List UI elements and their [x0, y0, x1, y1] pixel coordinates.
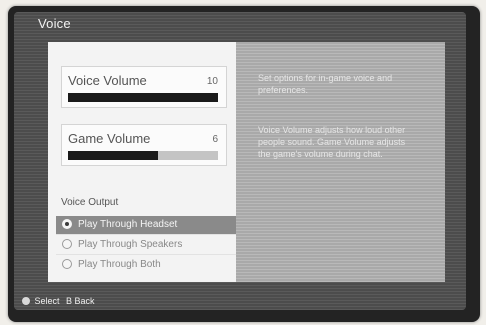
game-volume-track[interactable]	[68, 151, 218, 160]
voice-volume-value: 10	[206, 76, 218, 87]
help-text-volume: Voice Volume adjusts how loud other peop…	[258, 125, 406, 159]
voice-volume-slider[interactable]: Voice Volume 10	[61, 66, 227, 108]
option-play-through-headset[interactable]: Play Through Headset	[56, 216, 236, 234]
option-play-through-speakers[interactable]: Play Through Speakers	[56, 236, 236, 254]
a-button-icon	[22, 297, 30, 305]
game-volume-label: Game Volume	[68, 131, 151, 146]
voice-volume-track[interactable]	[68, 93, 218, 102]
radio-icon	[62, 259, 72, 269]
game-volume-value: 6	[212, 134, 218, 145]
voice-output-heading: Voice Output	[61, 197, 119, 208]
radio-icon	[62, 219, 72, 229]
voice-volume-fill	[68, 93, 218, 102]
option-play-through-both[interactable]: Play Through Both	[56, 256, 236, 274]
option-label: Play Through Speakers	[78, 239, 183, 250]
back-hint[interactable]: B Back	[66, 296, 95, 306]
divider	[56, 254, 236, 255]
page-title: Voice	[38, 16, 71, 31]
option-label: Play Through Both	[78, 259, 161, 270]
radio-icon	[62, 239, 72, 249]
voice-volume-label: Voice Volume	[68, 73, 147, 88]
help-text-intro: Set options for in-game voice and prefer…	[258, 73, 393, 95]
settings-panel: Voice Volume 10 Game Volume 6 Voice Outp…	[48, 42, 236, 282]
game-volume-fill	[68, 151, 158, 160]
divider	[56, 234, 236, 235]
option-label: Play Through Headset	[78, 219, 178, 230]
footer-hints: Select B Back	[22, 296, 95, 306]
select-hint[interactable]: Select	[35, 296, 60, 306]
game-volume-slider[interactable]: Game Volume 6	[61, 124, 227, 166]
